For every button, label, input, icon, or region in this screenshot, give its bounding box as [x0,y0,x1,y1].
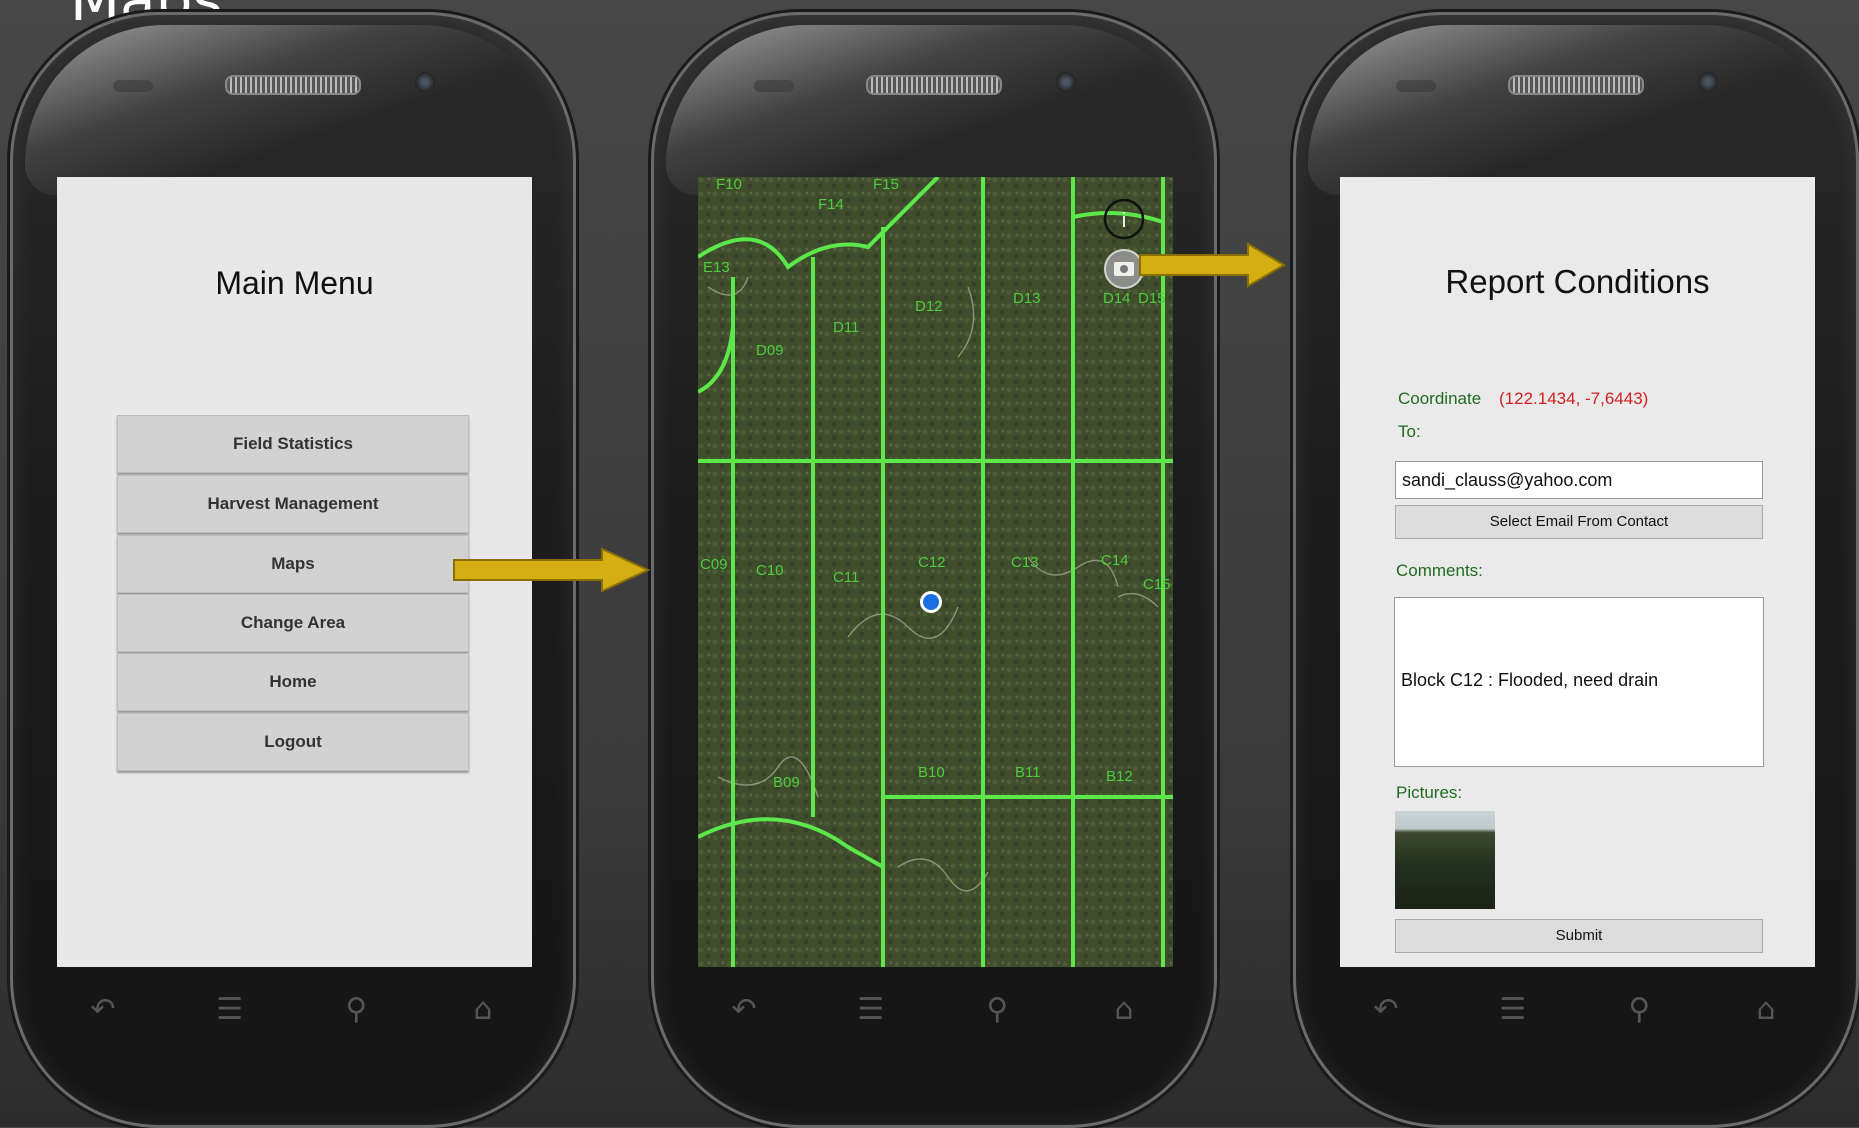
home-icon[interactable]: ⌂ [463,990,503,1030]
change-area-button[interactable]: Change Area [117,594,469,652]
report-conditions-screen: Report Conditions Coordinate (122.1434, … [1340,177,1815,967]
comments-field-value: Block C12 : Flooded, need drain [1401,670,1659,690]
picture-thumbnail[interactable] [1395,811,1495,909]
submit-button[interactable]: Submit [1395,919,1763,953]
map-block-label[interactable]: D09 [756,342,784,359]
back-icon[interactable]: ↶ [724,990,764,1030]
search-icon[interactable]: ⚲ [977,990,1017,1030]
map-screen[interactable]: F10 F14 F15 E13 D09 D11 D12 D13 D14 D15 … [698,177,1173,967]
map-block-label[interactable]: D11 [833,319,859,336]
current-location-dot [923,594,939,610]
home-icon[interactable]: ⌂ [1746,990,1786,1030]
flow-arrow-to-report [1139,242,1286,288]
map-block-label[interactable]: C12 [918,554,946,571]
to-label: To: [1398,422,1421,441]
info-icon: i [1122,210,1126,232]
map-block-label[interactable]: C10 [756,562,784,579]
map-block-label[interactable]: E13 [703,259,730,276]
speaker-grille [866,75,1002,95]
search-icon[interactable]: ⚲ [1619,990,1659,1030]
pictures-label: Pictures: [1396,783,1463,802]
map-block-label[interactable]: D15 [1138,290,1166,307]
satellite-map[interactable]: F10 F14 F15 E13 D09 D11 D12 D13 D14 D15 … [698,177,1173,967]
map-block-label[interactable]: D12 [915,298,943,315]
speaker-grille [225,75,361,95]
map-block-label[interactable]: B09 [773,774,800,791]
menu-icon[interactable]: ☰ [851,990,891,1030]
map-block-label[interactable]: C14 [1101,552,1129,569]
map-block-label[interactable]: D14 [1103,290,1131,307]
menu-icon[interactable]: ☰ [210,990,250,1030]
back-icon[interactable]: ↶ [83,990,123,1030]
front-camera [1056,72,1076,92]
comments-label: Comments: [1396,561,1483,580]
harvest-management-button[interactable]: Harvest Management [117,475,469,533]
report-title: Report Conditions [1445,263,1710,300]
android-nav-bar: ↶ ☰ ⚲ ⌂ [83,990,503,1030]
logout-button[interactable]: Logout [117,713,469,771]
comments-field[interactable]: Block C12 : Flooded, need drain [1394,597,1764,767]
coordinate-label: Coordinate [1398,389,1482,408]
phone-map: F10 F14 F15 E13 D09 D11 D12 D13 D14 D15 … [651,12,1217,1128]
map-block-label[interactable]: B10 [918,764,945,781]
main-menu-title: Main Menu [215,265,374,301]
android-nav-bar: ↶ ☰ ⚲ ⌂ [724,990,1144,1030]
maps-button[interactable]: Maps [117,535,469,593]
map-block-label[interactable]: C09 [700,556,728,573]
search-icon[interactable]: ⚲ [336,990,376,1030]
android-nav-bar: ↶ ☰ ⚲ ⌂ [1366,990,1786,1030]
sensor [754,80,794,92]
map-block-label[interactable]: F14 [818,196,844,213]
email-field-value: sandi_clauss@yahoo.com [1402,470,1613,490]
map-block-label[interactable]: C15 [1143,576,1171,593]
flow-arrow-to-map [453,547,651,593]
phone-report-conditions: Report Conditions Coordinate (122.1434, … [1293,12,1859,1128]
home-button[interactable]: Home [117,653,469,711]
front-camera [415,72,435,92]
select-email-button[interactable]: Select Email From Contact [1395,505,1763,539]
map-block-label[interactable]: D13 [1013,290,1041,307]
map-block-label[interactable]: F10 [716,177,742,193]
home-icon[interactable]: ⌂ [1104,990,1144,1030]
field-statistics-button[interactable]: Field Statistics [117,415,469,473]
map-block-label[interactable]: B12 [1106,768,1133,785]
front-camera [1698,72,1718,92]
email-field[interactable]: sandi_clauss@yahoo.com [1395,461,1763,499]
map-block-label[interactable]: F15 [873,177,899,193]
sensor [113,80,153,92]
speaker-grille [1508,75,1644,95]
coordinate-value: (122.1434, -7,6443) [1499,389,1649,408]
map-block-label[interactable]: C13 [1011,554,1039,571]
map-block-label[interactable]: B11 [1015,764,1041,781]
sensor [1396,80,1436,92]
back-icon[interactable]: ↶ [1366,990,1406,1030]
map-block-label[interactable]: C11 [833,569,859,586]
menu-icon[interactable]: ☰ [1493,990,1533,1030]
